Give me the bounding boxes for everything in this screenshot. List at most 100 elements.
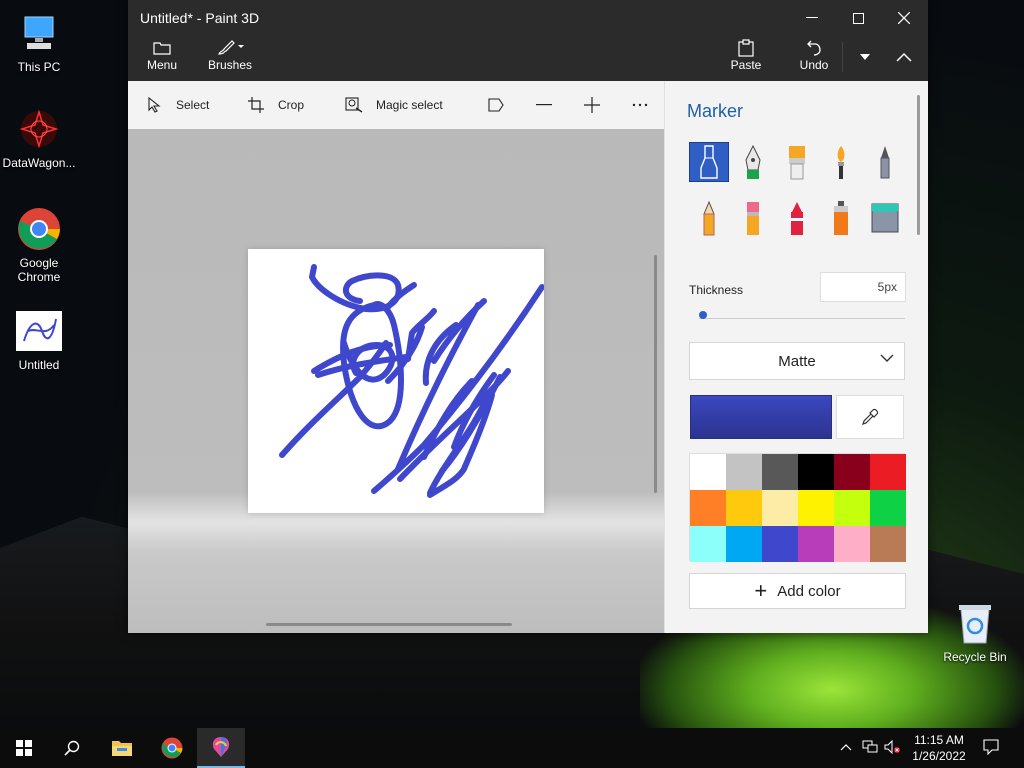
select-label: Select xyxy=(176,98,210,112)
show-hidden-icons-button[interactable] xyxy=(840,740,852,754)
canvas-area[interactable] xyxy=(128,129,664,633)
desktop-icon-datawagon[interactable]: DataWagon... xyxy=(0,106,78,170)
computer-icon xyxy=(16,10,62,56)
taskbar-file-explorer[interactable] xyxy=(98,728,146,768)
zoom-in-button[interactable] xyxy=(582,81,614,129)
brush-pixel-pen[interactable] xyxy=(865,142,905,182)
system-clock[interactable]: 11:15 AM 1/26/2022 xyxy=(906,732,972,764)
brush-crayon[interactable] xyxy=(777,198,817,238)
oil-brush-icon xyxy=(789,146,805,180)
pixel-pen-icon xyxy=(880,146,890,179)
brush-pencil[interactable] xyxy=(689,198,729,238)
color-swatch[interactable] xyxy=(834,526,870,562)
maximize-button[interactable] xyxy=(836,4,880,32)
action-center-button[interactable] xyxy=(983,739,999,758)
brush-oil[interactable] xyxy=(777,142,817,182)
current-color-swatch[interactable] xyxy=(690,395,832,439)
panel-scrollbar[interactable] xyxy=(917,95,920,235)
more-options-button[interactable] xyxy=(842,42,886,72)
folder-icon xyxy=(112,741,132,756)
thickness-slider-track[interactable] xyxy=(699,318,905,319)
plus-icon xyxy=(582,97,602,113)
taskbar-chrome[interactable] xyxy=(148,728,196,768)
plus-icon: + xyxy=(754,578,768,603)
color-swatch[interactable] xyxy=(798,454,834,490)
select-tool[interactable]: Select xyxy=(144,81,209,129)
minus-icon xyxy=(534,104,554,106)
brushes-button[interactable]: Brushes xyxy=(208,38,252,72)
color-swatch[interactable] xyxy=(762,454,798,490)
color-swatch[interactable] xyxy=(870,490,906,526)
chrome-icon xyxy=(16,206,62,252)
color-swatch[interactable] xyxy=(798,490,834,526)
minimize-button[interactable] xyxy=(790,4,834,32)
more-tools-button[interactable] xyxy=(630,81,662,129)
color-swatch[interactable] xyxy=(726,454,762,490)
brush-marker[interactable] xyxy=(689,142,729,182)
crop-tool[interactable]: Crop xyxy=(246,81,304,129)
panel-title: Marker xyxy=(687,101,744,121)
marker-icon xyxy=(700,145,718,179)
undo-label: Undo xyxy=(799,58,829,72)
desktop-icon-this-pc[interactable]: This PC xyxy=(0,10,78,74)
image-file-icon xyxy=(16,308,62,354)
collapse-toolbar-button[interactable] xyxy=(882,42,926,72)
search-button[interactable] xyxy=(48,728,96,768)
paste-button[interactable]: Paste xyxy=(728,38,764,72)
horizontal-scrollbar[interactable] xyxy=(266,623,512,626)
eraser-icon xyxy=(747,202,759,235)
brush-watercolor[interactable] xyxy=(821,142,861,182)
color-swatch[interactable] xyxy=(870,526,906,562)
color-swatch[interactable] xyxy=(762,490,798,526)
add-color-button[interactable]: + Add color xyxy=(689,573,906,609)
color-swatch[interactable] xyxy=(726,490,762,526)
eyedropper-button[interactable] xyxy=(836,395,904,439)
thickness-input[interactable]: 5px xyxy=(820,272,906,302)
color-swatch[interactable] xyxy=(870,454,906,490)
close-button[interactable] xyxy=(882,4,926,32)
color-swatch[interactable] xyxy=(690,490,726,526)
color-swatch[interactable] xyxy=(762,526,798,562)
brush-spray-can[interactable] xyxy=(821,198,861,238)
datawagon-logo-icon xyxy=(16,106,62,152)
magic-select-tool[interactable]: Magic select xyxy=(344,81,443,129)
desktop-icon-label: Recycle Bin xyxy=(943,650,1007,664)
finish-dropdown[interactable]: Matte xyxy=(689,342,905,380)
select-cursor-icon xyxy=(144,97,164,113)
undo-icon xyxy=(796,38,832,58)
chrome-icon xyxy=(161,737,183,759)
view-3d-button[interactable] xyxy=(486,81,518,129)
windows-logo-icon xyxy=(16,740,32,756)
color-swatch[interactable] xyxy=(834,454,870,490)
drawing-canvas[interactable] xyxy=(248,249,545,513)
paste-label: Paste xyxy=(730,58,762,72)
finish-value: Matte xyxy=(778,352,816,370)
brush-fill-bucket[interactable] xyxy=(865,198,905,238)
desktop-icon-recycle-bin[interactable]: Recycle Bin xyxy=(936,600,1014,664)
clock-date: 1/26/2022 xyxy=(912,749,966,763)
color-swatch[interactable] xyxy=(834,490,870,526)
color-swatch[interactable] xyxy=(798,526,834,562)
chevron-up-icon xyxy=(840,744,852,751)
menu-button[interactable]: Menu xyxy=(146,38,178,72)
start-button[interactable] xyxy=(0,728,48,768)
network-tray-button[interactable] xyxy=(862,740,878,757)
desktop-icon-google-chrome[interactable]: Google Chrome xyxy=(0,206,78,284)
minimize-icon xyxy=(806,17,818,18)
desktop-icon-untitled[interactable]: Untitled xyxy=(0,308,78,372)
taskbar-paint3d[interactable] xyxy=(197,728,245,768)
vertical-scrollbar[interactable] xyxy=(654,255,657,493)
title-bar[interactable]: Untitled* - Paint 3D Menu Brushes Paste … xyxy=(128,0,928,81)
zoom-out-button[interactable] xyxy=(534,81,566,129)
window-title: Untitled* - Paint 3D xyxy=(140,10,260,26)
color-swatch[interactable] xyxy=(726,526,762,562)
color-swatch[interactable] xyxy=(690,454,726,490)
brush-calligraphy-pen[interactable] xyxy=(733,142,773,182)
canvas-toolbar: Select Crop Magic select xyxy=(128,81,664,129)
menu-label: Menu xyxy=(146,58,178,72)
undo-button[interactable]: Undo xyxy=(796,38,832,72)
color-swatch[interactable] xyxy=(690,526,726,562)
brush-eraser[interactable] xyxy=(733,198,773,238)
volume-tray-button[interactable] xyxy=(884,739,900,757)
watercolor-brush-icon xyxy=(837,146,845,179)
